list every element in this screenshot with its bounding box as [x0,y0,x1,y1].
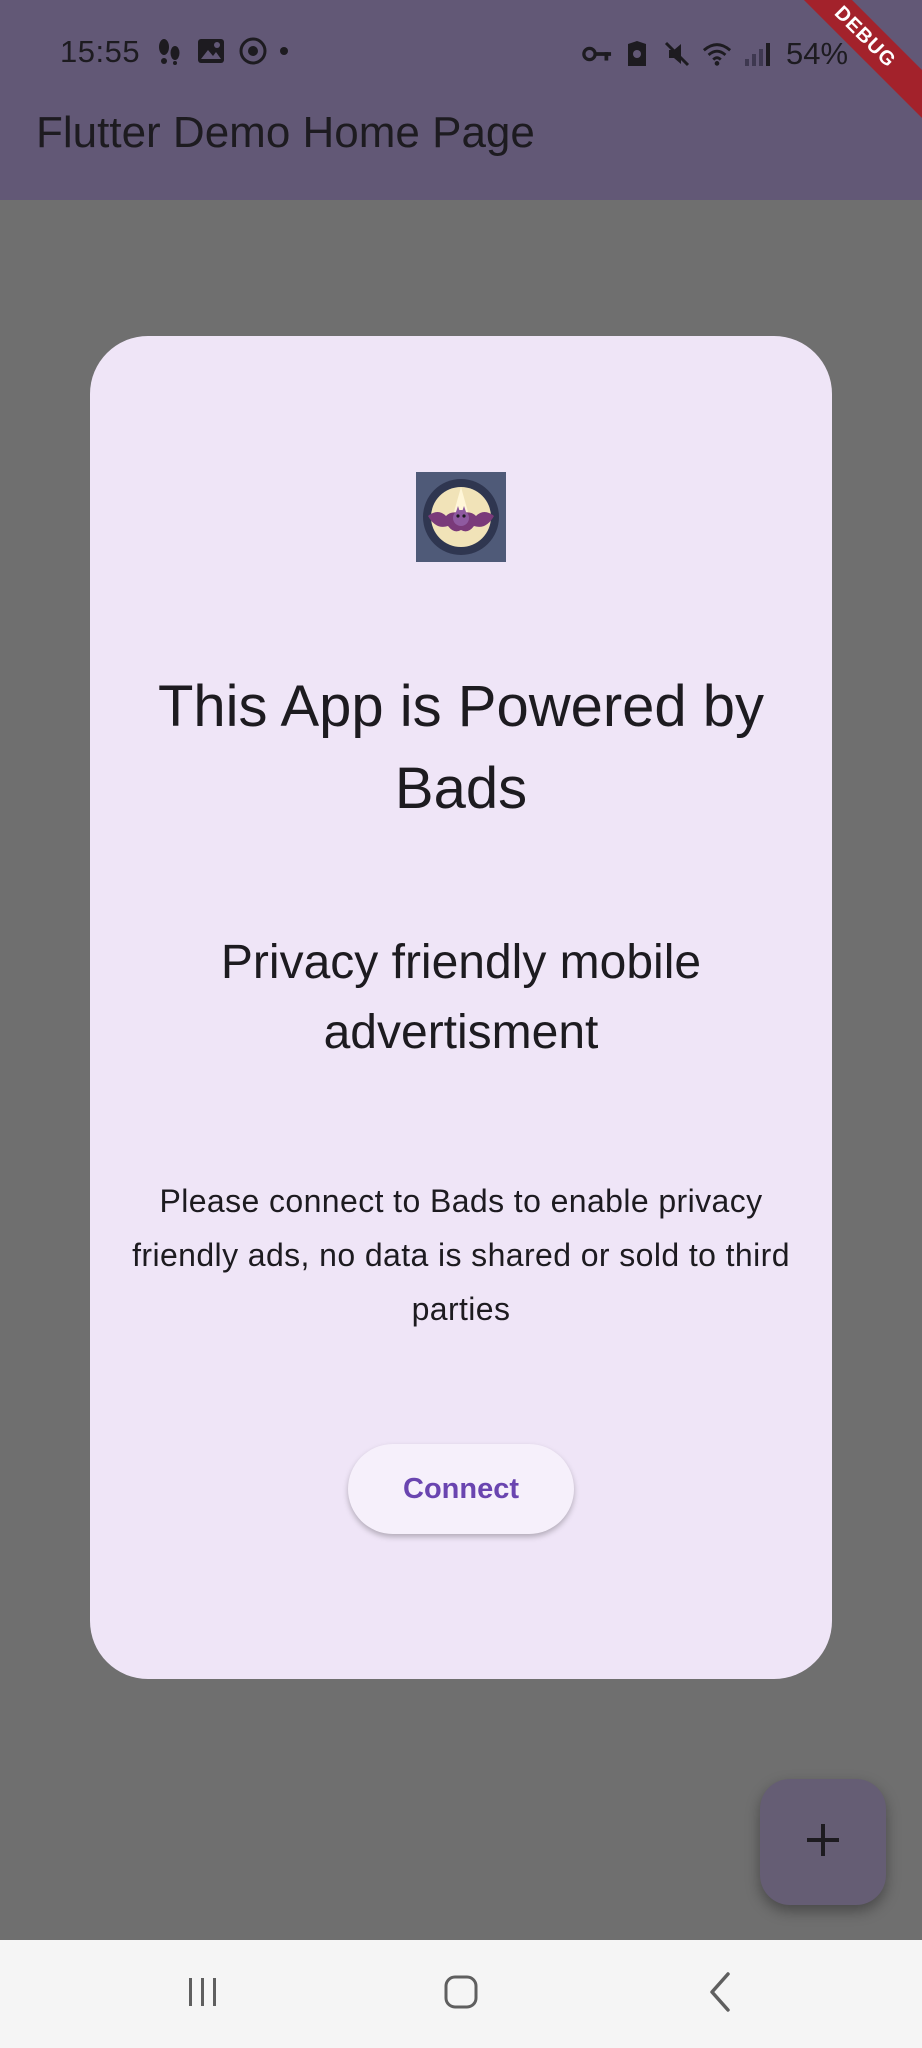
dialog-body: Please connect to Bads to enable privacy… [132,1183,790,1327]
vpn-icon [238,36,268,66]
screen: 15:55 54% Flutter Demo Home Page DEBUG T… [0,0,922,2048]
recent-apps-icon [186,1976,220,2013]
battery-percentage: 54% [786,36,849,71]
key-icon [582,39,612,69]
home-button[interactable] [429,1962,493,2026]
home-icon [443,1974,479,2015]
app-bar-title: Flutter Demo Home Page [36,108,535,157]
steps-icon [154,36,184,66]
status-left-icons [154,36,288,66]
dialog-subtitle: Privacy friendly mobile advertisment [220,936,702,1059]
back-button[interactable] [688,1962,752,2026]
system-nav-bar [0,1940,922,2048]
connect-button[interactable]: Connect [348,1444,574,1534]
gallery-icon [196,36,226,66]
recent-apps-button[interactable] [171,1962,235,2026]
status-time: 15:55 [60,34,141,69]
more-dot [280,47,288,55]
app-bar: 15:55 54% Flutter Demo Home Page [0,0,922,200]
bads-consent-dialog: This App is Powered by Bads Privacy frie… [90,336,832,1679]
status-bar: 15:55 54% [0,0,922,104]
signal-icon [742,39,772,69]
wifi-icon [702,39,732,69]
back-icon [708,1971,732,2017]
plus-icon [805,1822,841,1863]
dialog-title: This App is Powered by Bads [157,674,765,821]
shield-icon [622,39,652,69]
status-right-icons: 54% [582,36,848,72]
add-fab[interactable] [760,1779,886,1905]
mute-icon [662,39,692,69]
bat-logo-icon [416,472,506,562]
